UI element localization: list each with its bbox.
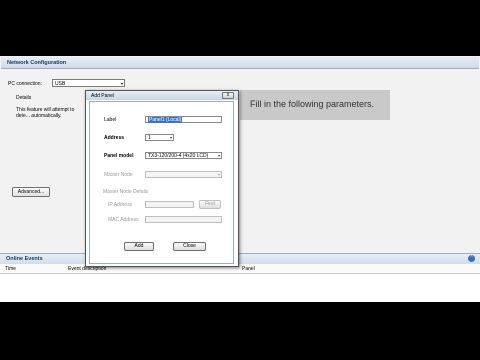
pc-connection-select[interactable]: USB ▾ (52, 79, 125, 87)
chevron-up-icon[interactable]: ⌃ (468, 255, 475, 262)
address-select[interactable]: 1 ▾ (145, 134, 174, 141)
chevron-down-icon: ▾ (217, 153, 220, 158)
chevron-down-icon: ▾ (120, 81, 123, 86)
advanced-button[interactable]: Advanced... (12, 187, 50, 197)
mac-address-label: MAC Address (108, 217, 139, 223)
application-window: Network Configuration PC connection: USB… (0, 56, 480, 302)
address-label: Address (104, 135, 125, 141)
details-text: This feature will attempt to dete... aut… (16, 107, 75, 119)
close-icon[interactable]: x (222, 92, 234, 99)
panel-model-value: TX3-120/200-4 (4x20 LCD) (148, 153, 209, 159)
column-time[interactable]: Time (5, 266, 16, 272)
close-button[interactable]: Close (173, 242, 206, 251)
events-table-header: Time Event description Panel (0, 264, 480, 274)
pc-connection-label: PC connection: (8, 81, 42, 87)
label-input-value: Panel1 (Local) (148, 117, 183, 123)
details-label: Details (16, 95, 32, 101)
events-list (0, 274, 480, 302)
online-events-title: Online Events (6, 256, 43, 262)
master-node-label: Master Node (104, 172, 133, 178)
network-configuration-title: Network Configuration (7, 60, 67, 66)
master-node-select[interactable]: ▾ (145, 171, 222, 178)
network-configuration-header: Network Configuration (1, 57, 479, 69)
address-value: 1 (148, 135, 151, 141)
add-panel-dialog: Add Panel x Label Panel1 (Local) Address… (85, 90, 239, 267)
add-button[interactable]: Add (124, 242, 154, 251)
chevron-down-icon: ▾ (169, 135, 172, 140)
panel-model-select[interactable]: TX3-120/200-4 (4x20 LCD) ▾ (145, 152, 222, 159)
find-button[interactable]: Find (199, 200, 221, 209)
mac-address-input[interactable] (145, 216, 222, 223)
label-field-label: Label (104, 117, 117, 123)
ip-address-label: IP Address (108, 202, 133, 208)
master-node-details-label: Master Node Details (103, 189, 149, 195)
ip-address-input[interactable] (145, 201, 194, 208)
label-input[interactable]: Panel1 (Local) (145, 116, 222, 123)
dialog-titlebar[interactable]: Add Panel x (86, 91, 238, 100)
instruction-text: Fill in the following parameters. (250, 99, 375, 109)
instruction-overlay: Fill in the following parameters. (240, 90, 390, 120)
panel-model-label: Panel model (104, 153, 134, 159)
chevron-down-icon: ▾ (217, 172, 220, 177)
dialog-title: Add Panel (91, 93, 115, 99)
dialog-body: Label Panel1 (Local) Address 1 ▾ Panel m… (89, 101, 234, 264)
column-panel[interactable]: Panel (242, 266, 255, 272)
pc-connection-value: USB (55, 81, 66, 87)
